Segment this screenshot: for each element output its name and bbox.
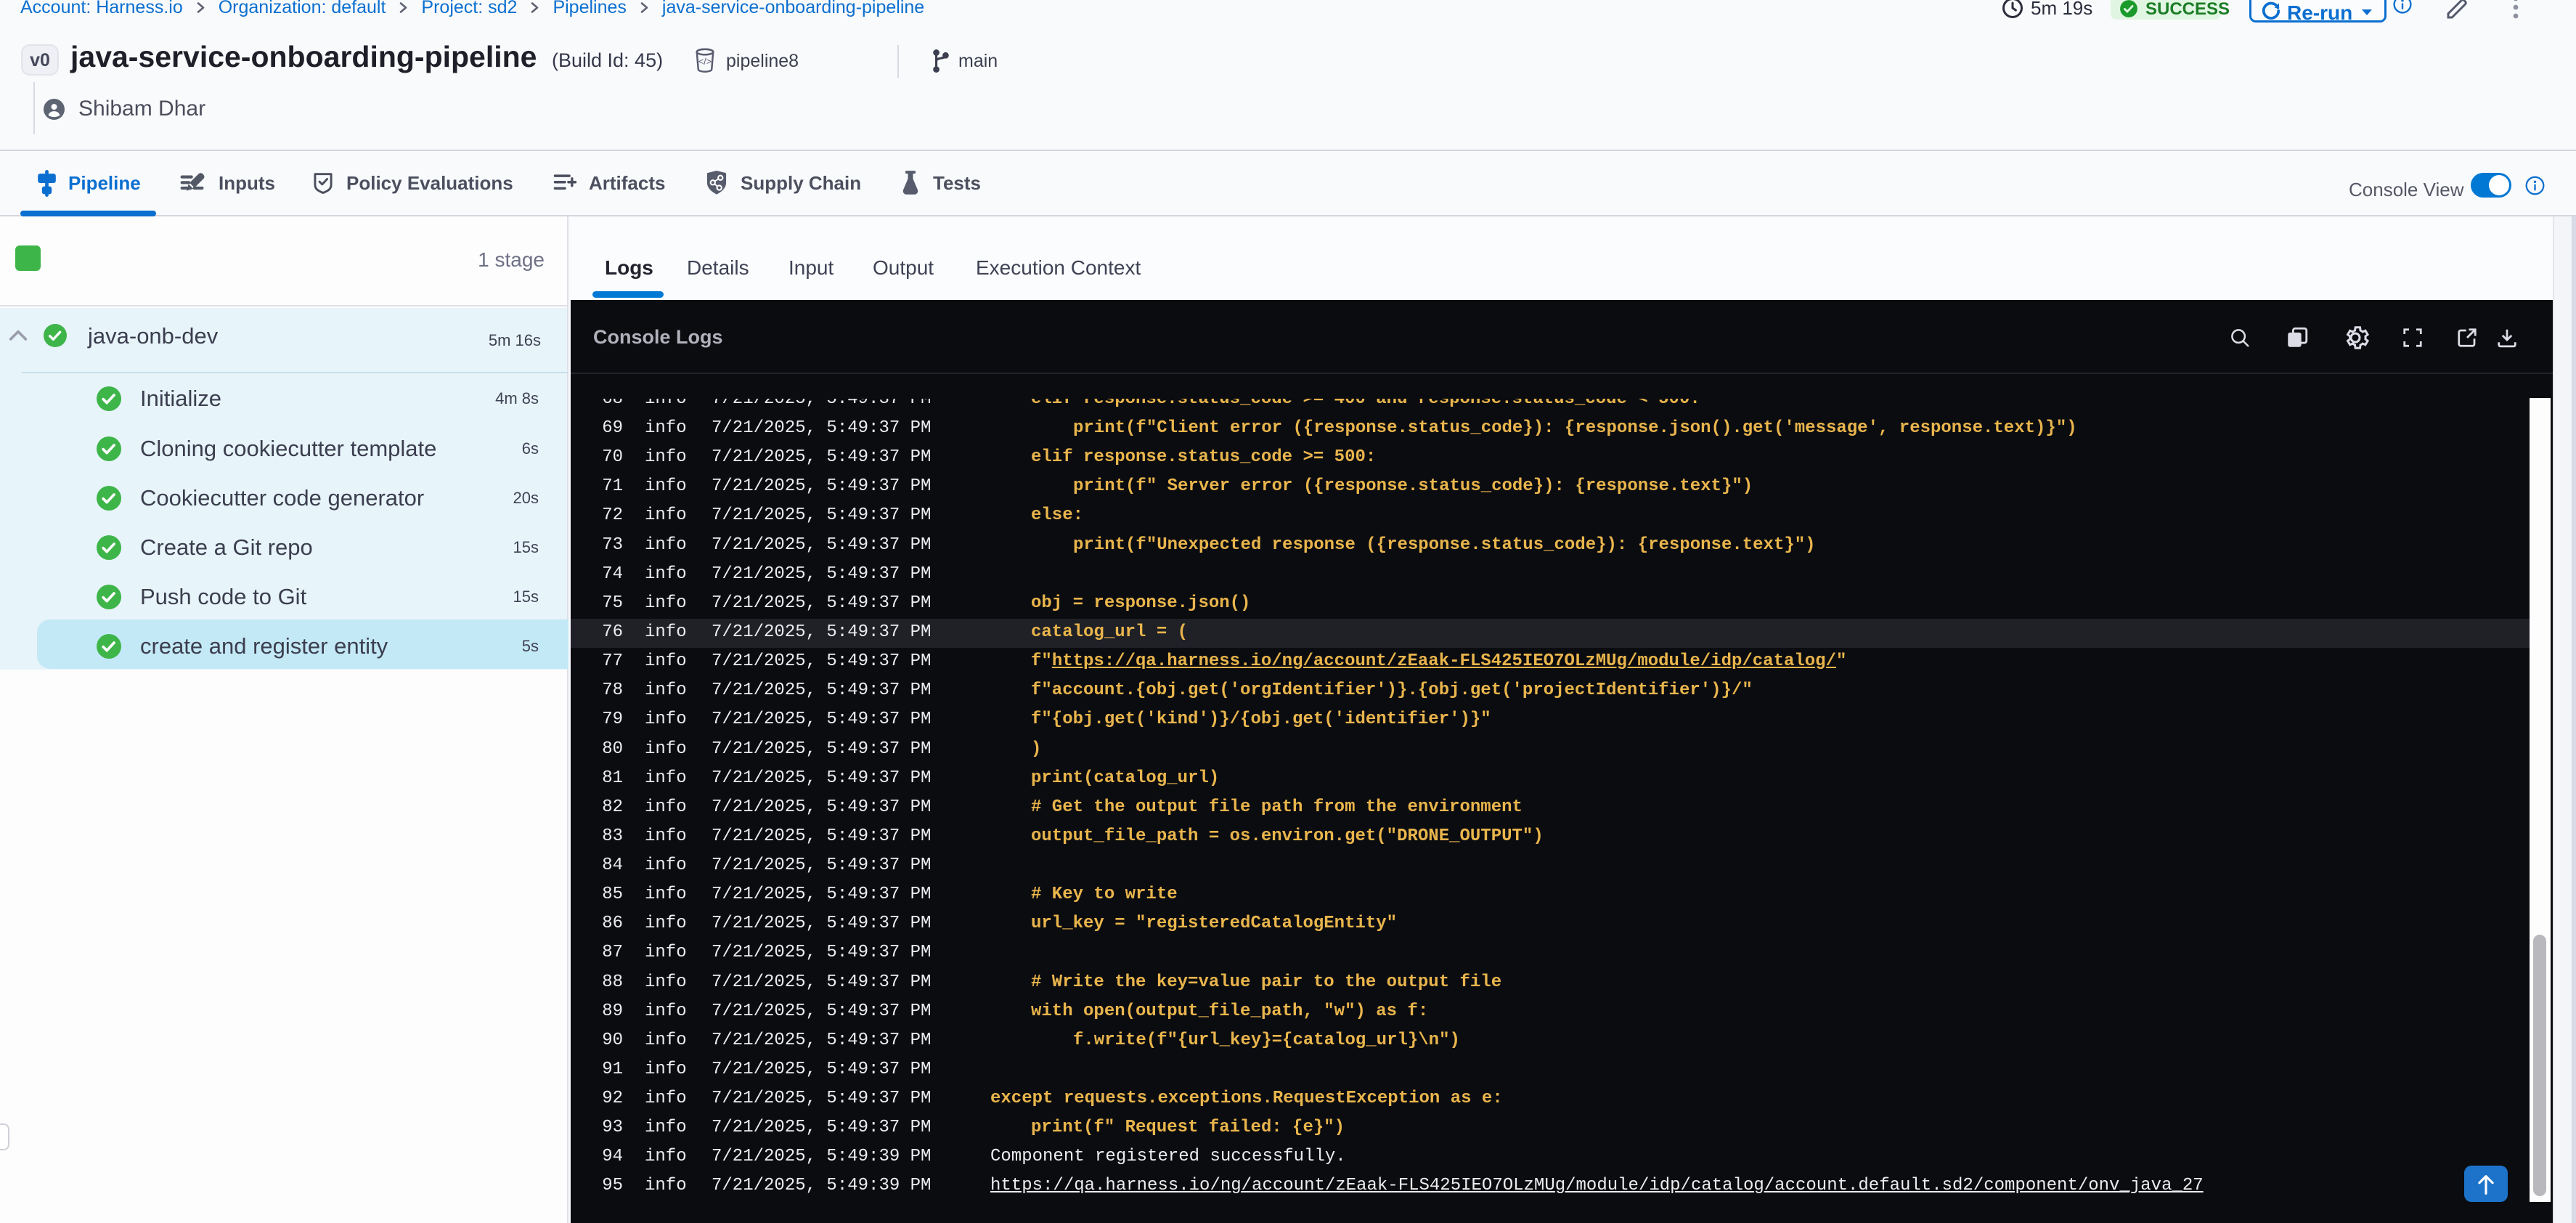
svg-text:</>: </> <box>698 57 712 67</box>
